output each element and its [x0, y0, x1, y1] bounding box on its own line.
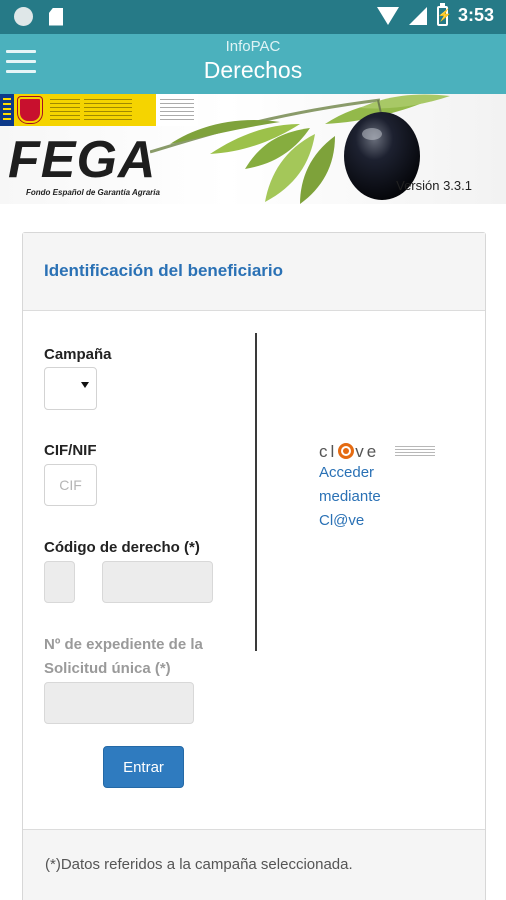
clave-logo-subtext — [395, 446, 435, 456]
battery-charging-icon — [436, 2, 452, 26]
codigo-derecho-label: Código de derecho (*) — [44, 539, 200, 556]
beneficiary-form-card: Identificación del beneficiario Campaña … — [22, 232, 486, 900]
app-subtitle: InfoPAC — [225, 38, 281, 55]
page-title: Derechos — [203, 57, 303, 83]
app-bar: InfoPAC Derechos — [0, 34, 506, 94]
clave-login-link[interactable]: Acceder mediante Cl@ve — [319, 461, 429, 533]
cif-nif-label: CIF/NIF — [44, 442, 97, 459]
form-heading: Identificación del beneficiario — [44, 261, 283, 280]
fega-logo: FEGA — [8, 131, 157, 189]
dropdown-arrow-icon — [81, 382, 89, 388]
expediente-input[interactable] — [44, 682, 194, 724]
entrar-button[interactable]: Entrar — [103, 746, 184, 788]
expediente-label: Nº de expediente de la Solicitud única (… — [44, 636, 203, 677]
campana-label: Campaña — [44, 346, 112, 363]
sd-card-icon — [49, 7, 63, 26]
version-label: Versión 3.3.1 — [396, 178, 472, 193]
status-bar: 3:53 — [0, 0, 506, 34]
column-divider — [255, 333, 257, 651]
cif-placeholder: CIF — [59, 477, 82, 493]
codigo-derecho-input[interactable] — [102, 561, 213, 603]
fega-banner: FEGA Fondo Español de Garantía Agraria V… — [0, 94, 506, 204]
status-time: 3:53 — [457, 5, 494, 25]
fega-tagline: Fondo Español de Garantía Agraria — [26, 188, 160, 197]
card-header: Identificación del beneficiario — [23, 233, 485, 311]
clave-at-icon — [338, 443, 355, 459]
notification-circle-icon — [14, 7, 33, 26]
codigo-derecho-prefix-input[interactable] — [44, 561, 75, 603]
spain-coat-of-arms-icon — [18, 97, 42, 123]
wifi-icon — [376, 6, 399, 25]
clave-logo: cl ve — [319, 442, 380, 461]
eu-flag-icon — [0, 94, 14, 126]
campana-select[interactable] — [44, 367, 97, 410]
footer-note: (*)Datos referidos a la campaña seleccio… — [45, 856, 353, 873]
card-footer: (*)Datos referidos a la campaña seleccio… — [23, 829, 485, 900]
cif-nif-input[interactable]: CIF — [44, 464, 97, 506]
signal-icon — [408, 6, 427, 25]
